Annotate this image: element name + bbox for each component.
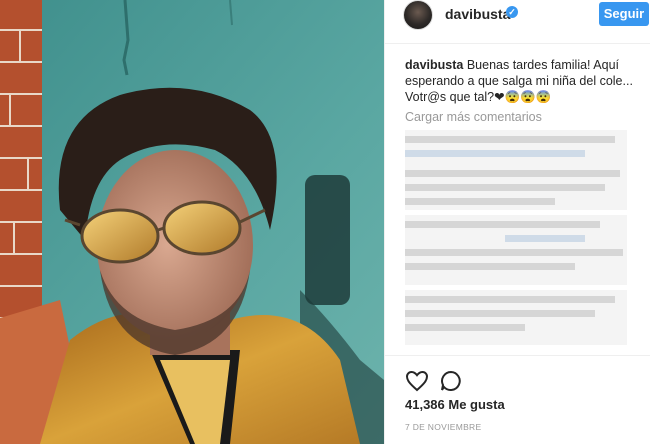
caption-username[interactable]: davibusta <box>405 58 463 72</box>
post-header: davibusta ✓ Seguir <box>385 0 650 44</box>
avatar[interactable] <box>403 0 433 30</box>
post-actions: 41,386 Me gusta 7 DE NOVIEMBRE <box>385 355 650 444</box>
selfie-image <box>0 0 384 444</box>
redacted-comments <box>405 130 627 210</box>
verified-badge-icon: ✓ <box>506 6 518 18</box>
follow-button[interactable]: Seguir <box>599 2 649 26</box>
like-count[interactable]: 41,386 Me gusta <box>405 397 505 412</box>
post-photo[interactable] <box>0 0 384 444</box>
redacted-comments <box>405 215 627 285</box>
post-date[interactable]: 7 DE NOVIEMBRE <box>405 422 481 432</box>
header-username[interactable]: davibusta <box>445 6 510 22</box>
load-more-comments-link[interactable]: Cargar más comentarios <box>405 110 542 124</box>
post-side-panel: davibusta ✓ Seguir davibusta Buenas tard… <box>384 0 650 444</box>
redacted-comments <box>405 290 627 345</box>
heart-outline-icon[interactable] <box>405 369 429 393</box>
comment-bubble-icon[interactable] <box>439 369 463 393</box>
caption: davibusta Buenas tardes familia! Aquí es… <box>405 57 645 105</box>
